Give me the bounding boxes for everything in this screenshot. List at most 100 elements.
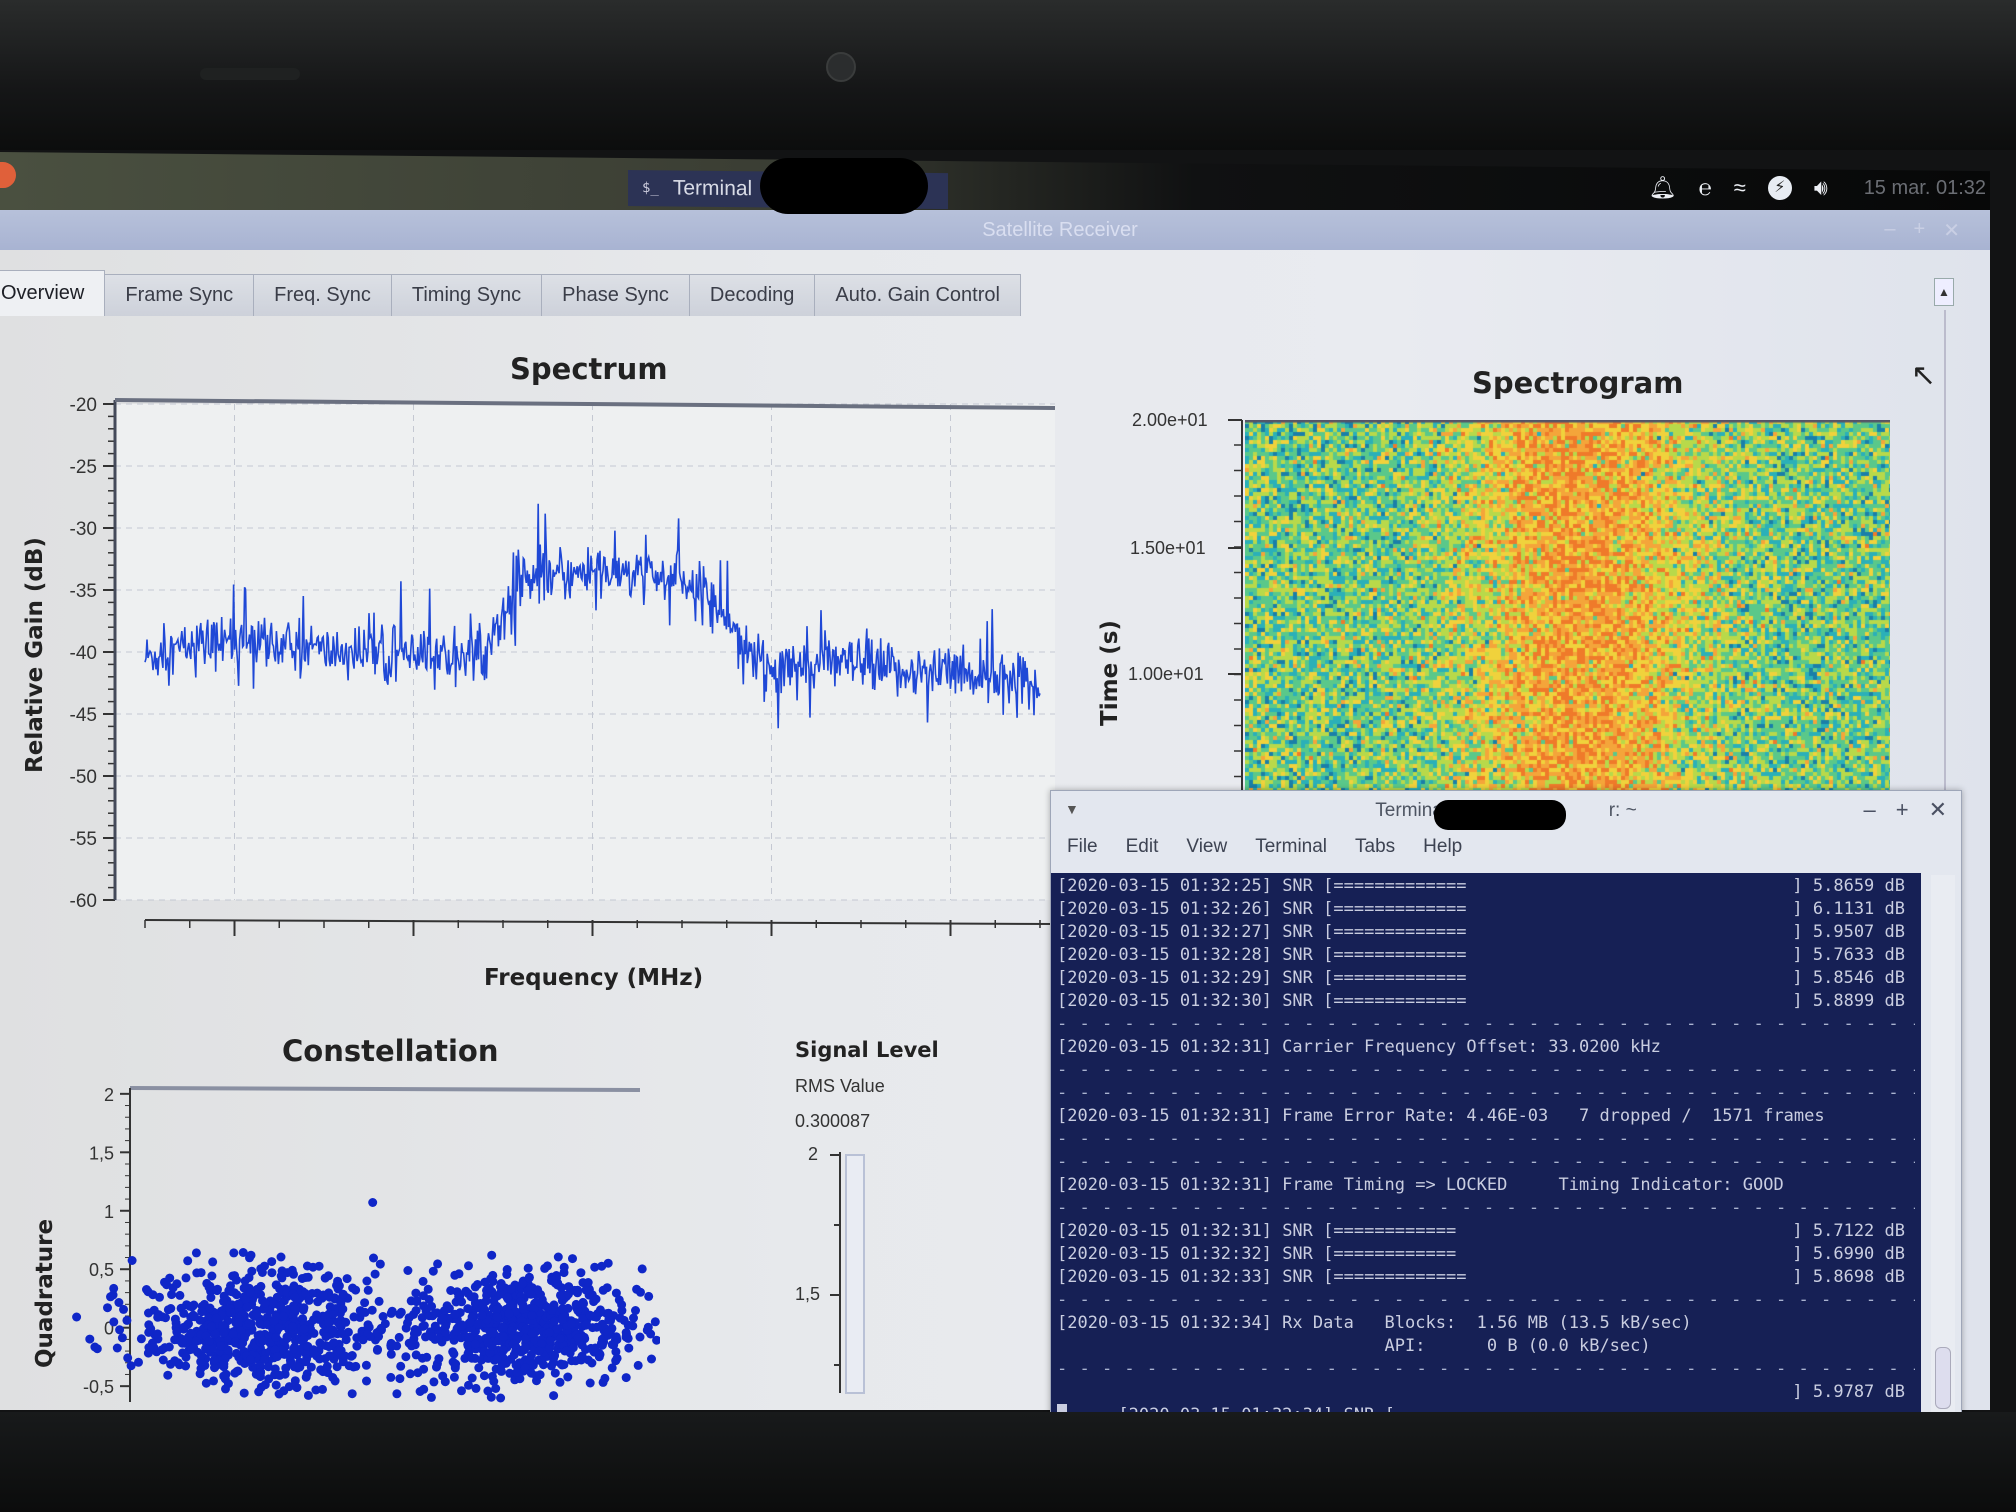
terminal-close-button[interactable]: ✕ <box>1929 797 1947 823</box>
constellation-point <box>195 1369 205 1379</box>
firefox-icon[interactable] <box>0 162 16 189</box>
spectrum-plot[interactable]: -20-25-30-35-40-45-50-55-60-0.400-0.2000… <box>40 390 1070 950</box>
bell-icon[interactable]: 🔔︎ <box>1649 177 1677 199</box>
terminal-icon: $_ <box>642 180 659 197</box>
constellation-point <box>252 1309 261 1319</box>
timing-line: [2020-03-15 01:32:31] Frame Timing => LO… <box>1057 1175 1784 1195</box>
scroll-up-button[interactable]: ▲ <box>1934 278 1954 306</box>
menu-help[interactable]: Help <box>1423 836 1462 858</box>
constellation-point <box>206 1293 216 1302</box>
constellation-point <box>635 1332 645 1342</box>
tab-timing-sync[interactable]: Timing Sync <box>390 274 543 316</box>
constellation-point <box>611 1332 621 1342</box>
constellation-point <box>155 1292 164 1302</box>
power-icon[interactable]: ⚡︎ <box>1767 176 1792 200</box>
terminal-title-suffix: r: ~ <box>1608 800 1637 821</box>
constellation-point <box>413 1368 423 1378</box>
constellation-point <box>506 1284 516 1294</box>
constellation-point <box>246 1250 256 1260</box>
constellation-point <box>153 1329 163 1339</box>
menu-tabs[interactable]: Tabs <box>1355 836 1395 858</box>
tab-label: Freq. Sync <box>274 284 371 306</box>
constellation-point <box>361 1360 371 1370</box>
menu-view[interactable]: View <box>1186 836 1227 858</box>
menu-edit[interactable]: Edit <box>1126 836 1159 858</box>
constellation-point <box>512 1367 522 1377</box>
snr-line: [2020-03-15 01:32:26] SNR [=============… <box>1057 898 1915 921</box>
constellation-point <box>271 1333 281 1342</box>
tab-freq-sync[interactable]: Freq. Sync <box>253 274 392 316</box>
terminal-scrollbar[interactable] <box>1931 875 1955 1415</box>
tab-decoding[interactable]: Decoding <box>688 274 816 316</box>
constellation-point <box>614 1295 624 1305</box>
constellation-point <box>362 1276 372 1286</box>
constellation-point <box>438 1371 448 1381</box>
constellation-point <box>324 1271 333 1281</box>
close-button[interactable]: ✕ <box>1943 218 1960 243</box>
signal-level-ytick: 2 <box>808 1144 819 1164</box>
constellation-point <box>617 1306 627 1316</box>
scrollbar-thumb[interactable] <box>1935 1347 1951 1409</box>
constellation-plot[interactable]: 21,510,50-0,5 <box>60 1070 660 1410</box>
constellation-point <box>502 1265 512 1274</box>
snr-value: ] 5.8659 dB <box>1792 876 1905 896</box>
spectrogram-image[interactable] <box>1245 420 1890 800</box>
constellation-point <box>179 1308 189 1318</box>
tab-label: Frame Sync <box>125 284 234 306</box>
constellation-point <box>535 1370 545 1380</box>
constellation-point <box>433 1259 443 1269</box>
terminal-output[interactable]: [2020-03-15 01:32:25] SNR [=============… <box>1051 873 1921 1421</box>
constellation-point <box>404 1313 414 1323</box>
constellation-point <box>592 1322 602 1332</box>
window-menu-icon[interactable]: ▼ <box>1065 801 1079 817</box>
rx-api-line: API: 0 B (0.0 kB/sec) <box>1057 1336 1651 1356</box>
constellation-point <box>201 1378 211 1388</box>
terminal-maximize-button[interactable]: + <box>1896 797 1909 823</box>
window-titlebar[interactable]: Satellite Receiver – + ✕ <box>0 210 1990 250</box>
snr-bar: [============= <box>1323 1267 1467 1287</box>
snr-value: ] 5.7122 dB <box>1792 1221 1905 1241</box>
constellation-point <box>568 1254 577 1264</box>
menu-file[interactable]: File <box>1067 836 1098 858</box>
constellation-point <box>573 1288 582 1298</box>
constellation-point <box>581 1285 591 1295</box>
constellation-point <box>507 1326 517 1336</box>
constellation-point <box>271 1380 281 1390</box>
constellation-point <box>271 1280 281 1290</box>
terminal-minimize-button[interactable]: – <box>1863 797 1875 823</box>
constellation-point <box>526 1289 536 1299</box>
volume-icon[interactable]: 🔊︎ <box>1814 177 1828 199</box>
constellation-point <box>362 1376 371 1386</box>
constellation-point <box>351 1285 361 1295</box>
constellation-point <box>441 1321 451 1331</box>
constellation-point <box>477 1310 487 1320</box>
constellation-point <box>157 1345 167 1355</box>
bluetooth-icon[interactable]: ℮ <box>1699 177 1712 199</box>
constellation-point <box>290 1376 300 1386</box>
tab-frame-sync[interactable]: Frame Sync <box>104 274 255 316</box>
separator: - - - - - - - - - - - - - - - - - - - - … <box>1057 1014 1915 1034</box>
tab-overview[interactable]: Overview <box>0 270 106 316</box>
constellation-point <box>411 1306 421 1315</box>
constellation-point <box>258 1336 268 1346</box>
constellation-point <box>272 1352 282 1362</box>
menu-terminal[interactable]: Terminal <box>1255 836 1327 858</box>
tab-phase-sync[interactable]: Phase Sync <box>541 274 690 316</box>
clock[interactable]: 15 mar. 01:32 <box>1864 177 1986 200</box>
constellation-point <box>201 1344 211 1354</box>
constellation-point <box>347 1389 357 1399</box>
snr-value: ] 5.9507 dB <box>1792 922 1905 942</box>
separator: - - - - - - - - - - - - - - - - - - - - … <box>1057 1359 1915 1379</box>
snr-label: SNR <box>1282 968 1313 988</box>
constellation-point <box>267 1257 277 1267</box>
constellation-point <box>600 1373 610 1383</box>
minimize-button[interactable]: – <box>1884 218 1895 243</box>
constellation-point <box>109 1317 119 1327</box>
wifi-icon[interactable]: ≈ <box>1734 177 1746 199</box>
tab-auto-gain-control[interactable]: Auto. Gain Control <box>814 274 1021 316</box>
maximize-button[interactable]: + <box>1914 218 1926 243</box>
constellation-point <box>581 1320 591 1330</box>
constellation-point <box>221 1384 230 1394</box>
constellation-point <box>411 1297 421 1307</box>
constellation-point <box>422 1352 432 1362</box>
